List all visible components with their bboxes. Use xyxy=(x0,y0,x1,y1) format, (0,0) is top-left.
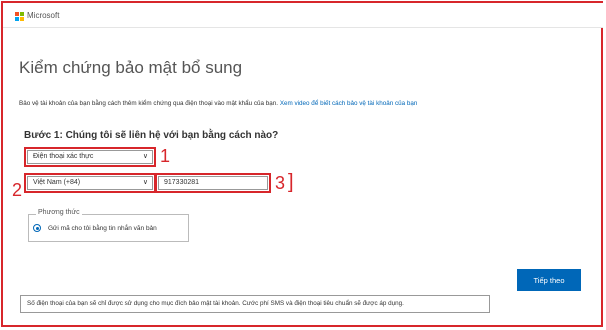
highlight-box-2 xyxy=(24,173,156,193)
method-legend: Phương thức xyxy=(36,209,82,216)
annotation-bracket: ] xyxy=(288,171,294,193)
page-description: Bảo vệ tài khoản của bạn bằng cách thêm … xyxy=(19,100,417,107)
top-bar: Microsoft xyxy=(3,3,603,28)
microsoft-logo-icon xyxy=(15,12,24,21)
description-text: Bảo vệ tài khoản của bạn bằng cách thêm … xyxy=(19,100,279,107)
step1-heading: Bước 1: Chúng tôi sẽ liên hệ với bạn bằn… xyxy=(24,130,279,141)
video-link[interactable]: Xem video để biết cách bảo vệ tài khoản … xyxy=(280,100,418,107)
footer-note: Số điện thoại của bạn sẽ chỉ được sử dụn… xyxy=(20,295,490,313)
sms-radio[interactable] xyxy=(33,224,41,232)
annotation-number-1: 1 xyxy=(160,146,171,166)
brand-name: Microsoft xyxy=(27,11,60,20)
page-title: Kiểm chứng bảo mật bổ sung xyxy=(19,58,243,77)
sms-radio-label[interactable]: Gửi mã cho tôi bằng tin nhắn văn bản xyxy=(48,225,157,232)
annotation-number-3: 3 xyxy=(275,173,286,193)
highlight-box-3 xyxy=(155,173,271,193)
highlight-box-1 xyxy=(24,147,156,167)
next-button[interactable]: Tiếp theo xyxy=(517,269,581,291)
annotation-number-2: 2 xyxy=(12,180,23,200)
